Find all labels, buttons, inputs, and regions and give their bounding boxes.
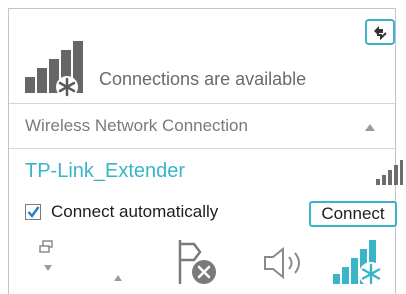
show-desktop-icon[interactable] [39, 240, 55, 254]
connect-button[interactable]: Connect [309, 201, 397, 227]
action-center-error-icon[interactable] [172, 238, 222, 286]
refresh-button[interactable] [365, 19, 395, 45]
network-available-icon [25, 41, 83, 98]
network-ssid[interactable]: TP-Link_Extender [25, 160, 185, 183]
connect-automatically-checkbox[interactable] [25, 204, 41, 220]
status-text: Connections are available [99, 69, 307, 89]
network-signal-icon[interactable] [331, 236, 389, 288]
checkmark-icon [27, 206, 40, 218]
refresh-icon [374, 26, 387, 40]
divider [9, 148, 395, 149]
connect-automatically-row: Connect automatically [25, 201, 218, 223]
connect-automatically-label: Connect automatically [51, 202, 219, 221]
network-flyout: Connections are available Wireless Netwo… [8, 8, 403, 230]
wifi-signal-icon [376, 160, 403, 185]
chevron-down-icon[interactable] [43, 264, 53, 272]
section-title: Wireless Network Connection [25, 116, 248, 135]
chevron-up-icon[interactable] [113, 274, 123, 282]
taskbar [8, 228, 396, 294]
volume-icon[interactable] [261, 246, 311, 280]
section-header[interactable]: Wireless Network Connection [9, 104, 395, 148]
chevron-up-icon[interactable] [365, 124, 375, 131]
